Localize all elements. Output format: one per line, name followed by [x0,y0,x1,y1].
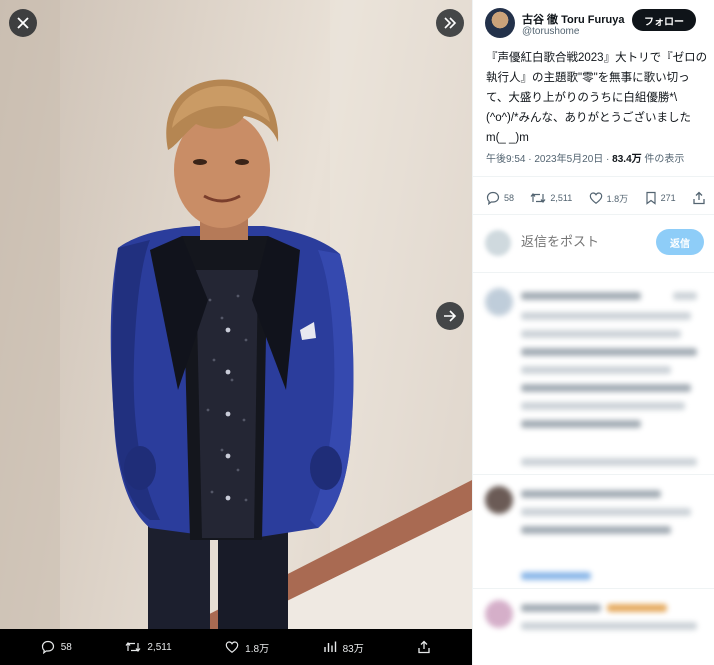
bookmark-button[interactable]: 271 [645,191,676,205]
viewer-action-bar: 58 2,511 1.8万 83万 [0,629,472,665]
reply-text-line [521,312,691,320]
viewer-reply-count: 58 [60,641,72,653]
divider [473,176,714,177]
reply-avatar [485,600,513,628]
reply-icon [486,191,500,205]
tweet-panel: 古谷 徹 Toru Furuya @torushome フォロー 『声優紅白歌合… [472,0,714,665]
retweet-button[interactable]: 2,511 [530,191,572,205]
reply-text-line [521,402,685,410]
retweet-count: 2,511 [550,193,573,203]
tweet-header: 古谷 徹 Toru Furuya @torushome フォロー [485,8,711,42]
reply-input[interactable] [521,234,651,249]
tweet-photo[interactable] [0,0,472,629]
tweet-action-bar: 58 2,511 1.8万 271 [486,188,706,208]
reply-avatar [485,486,513,514]
reply-count: 58 [504,193,515,203]
like-count: 1.8万 [606,193,629,204]
viewer-retweet-count: 2,511 [147,641,172,653]
reply-text-line [521,366,671,374]
author-avatar[interactable] [485,8,515,38]
like-icon [225,641,239,653]
tweet-meta: 午後9:54 · 2023年5月20日 · 83.4万 件の表示 [486,150,684,165]
views-icon [323,641,336,652]
viewer-retweet-button[interactable]: 2,511 [125,640,172,654]
reply-text-line [521,330,681,338]
next-image-button[interactable] [436,302,464,330]
follow-button[interactable]: フォロー [632,9,696,31]
reply-author [521,490,661,498]
reply-text-line [521,384,691,392]
divider [473,588,714,589]
reply-more [673,292,697,300]
author-handle[interactable]: @torushome [522,26,579,37]
arrow-right-icon [444,310,457,322]
tweet-views-suffix: 件の表示 [641,154,685,165]
share-icon [693,191,705,205]
tweet-view-count: 83.4万 [612,154,642,165]
double-chevron-right-icon [444,17,457,29]
media-viewer: 58 2,511 1.8万 83万 [0,0,472,665]
close-icon [17,17,29,29]
like-icon [589,192,602,204]
reply-item[interactable] [473,482,714,586]
reply-author [521,604,601,612]
reply-link [521,572,591,580]
reply-item[interactable] [473,596,714,665]
reply-text-line [521,420,641,428]
viewer-reply-button[interactable]: 58 [41,640,72,654]
share-icon [418,640,430,654]
viewer-views-button[interactable]: 83万 [323,640,364,655]
reply-text-line [521,526,671,534]
reply-text-line [521,348,697,356]
current-user-avatar [485,230,511,256]
reply-button[interactable]: 58 [486,191,514,205]
tweet-timestamp[interactable]: 午後9:54 · 2023年5月20日 · [486,154,612,165]
share-button[interactable] [692,191,706,205]
reply-text-line [521,622,697,630]
tweet-text: 『声優紅白歌合戦2023』大トリで『ゼロの執行人』の主題歌"零"を無事に歌い切っ… [486,52,708,144]
bookmark-icon [645,191,656,205]
author-display-name[interactable]: 古谷 徹 Toru Furuya [522,11,627,27]
bookmark-count: 271 [660,193,676,203]
like-button[interactable]: 1.8万 [589,191,629,205]
viewer-like-count: 1.8万 [245,643,270,655]
reply-submit-button[interactable]: 返信 [656,229,704,255]
retweet-icon [125,642,141,652]
reply-item[interactable] [473,282,714,472]
viewer-views-count: 83万 [342,643,364,655]
reply-author [521,292,641,300]
reply-composer: 返信 [485,226,707,258]
reply-actions [521,458,697,466]
viewer-like-button[interactable]: 1.8万 [225,640,269,655]
reply-icon [41,640,54,654]
viewer-share-button[interactable] [417,640,431,654]
reply-text-line [521,508,691,516]
close-button[interactable] [9,9,37,37]
divider [473,214,714,215]
reply-avatar [485,288,513,316]
retweet-icon [530,193,546,203]
reply-emoji [607,604,667,612]
expand-panel-button[interactable] [436,9,464,37]
divider [473,474,714,475]
divider [473,272,714,273]
photo-illustration [0,0,472,629]
